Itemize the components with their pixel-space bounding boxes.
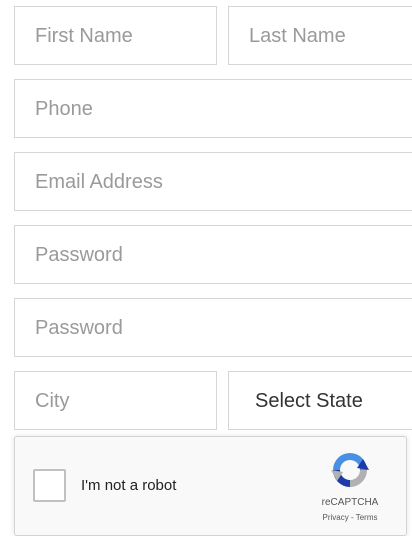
recaptcha-checkbox[interactable] xyxy=(33,469,66,502)
confirm-password-placeholder: Password xyxy=(35,316,123,339)
password-placeholder: Password xyxy=(35,243,123,266)
links-separator: - xyxy=(348,513,356,522)
email-placeholder: Email Address xyxy=(35,170,163,193)
password-field[interactable]: Password xyxy=(14,225,412,284)
terms-link[interactable]: Terms xyxy=(356,513,378,522)
state-selected-value: Select State xyxy=(255,389,363,412)
recaptcha-brand: reCAPTCHA xyxy=(321,497,379,508)
state-select[interactable]: Select State xyxy=(228,371,412,430)
recaptcha-checkbox-label: I'm not a robot xyxy=(81,477,177,494)
email-field[interactable]: Email Address xyxy=(14,152,412,211)
city-field[interactable]: City xyxy=(14,371,217,430)
first-name-field[interactable]: First Name xyxy=(14,6,217,65)
recaptcha-widget: I'm not a robot reCAPTCHA Privacy - Term… xyxy=(14,436,407,536)
privacy-link[interactable]: Privacy xyxy=(323,513,349,522)
city-placeholder: City xyxy=(35,389,70,412)
phone-field[interactable]: Phone xyxy=(14,79,412,138)
last-name-field[interactable]: Last Name xyxy=(228,6,412,65)
first-name-placeholder: First Name xyxy=(35,24,133,47)
recaptcha-links: Privacy - Terms xyxy=(303,513,397,522)
phone-placeholder: Phone xyxy=(35,97,93,120)
recaptcha-logo-icon xyxy=(331,453,369,487)
confirm-password-field[interactable]: Password xyxy=(14,298,412,357)
last-name-placeholder: Last Name xyxy=(249,24,346,47)
